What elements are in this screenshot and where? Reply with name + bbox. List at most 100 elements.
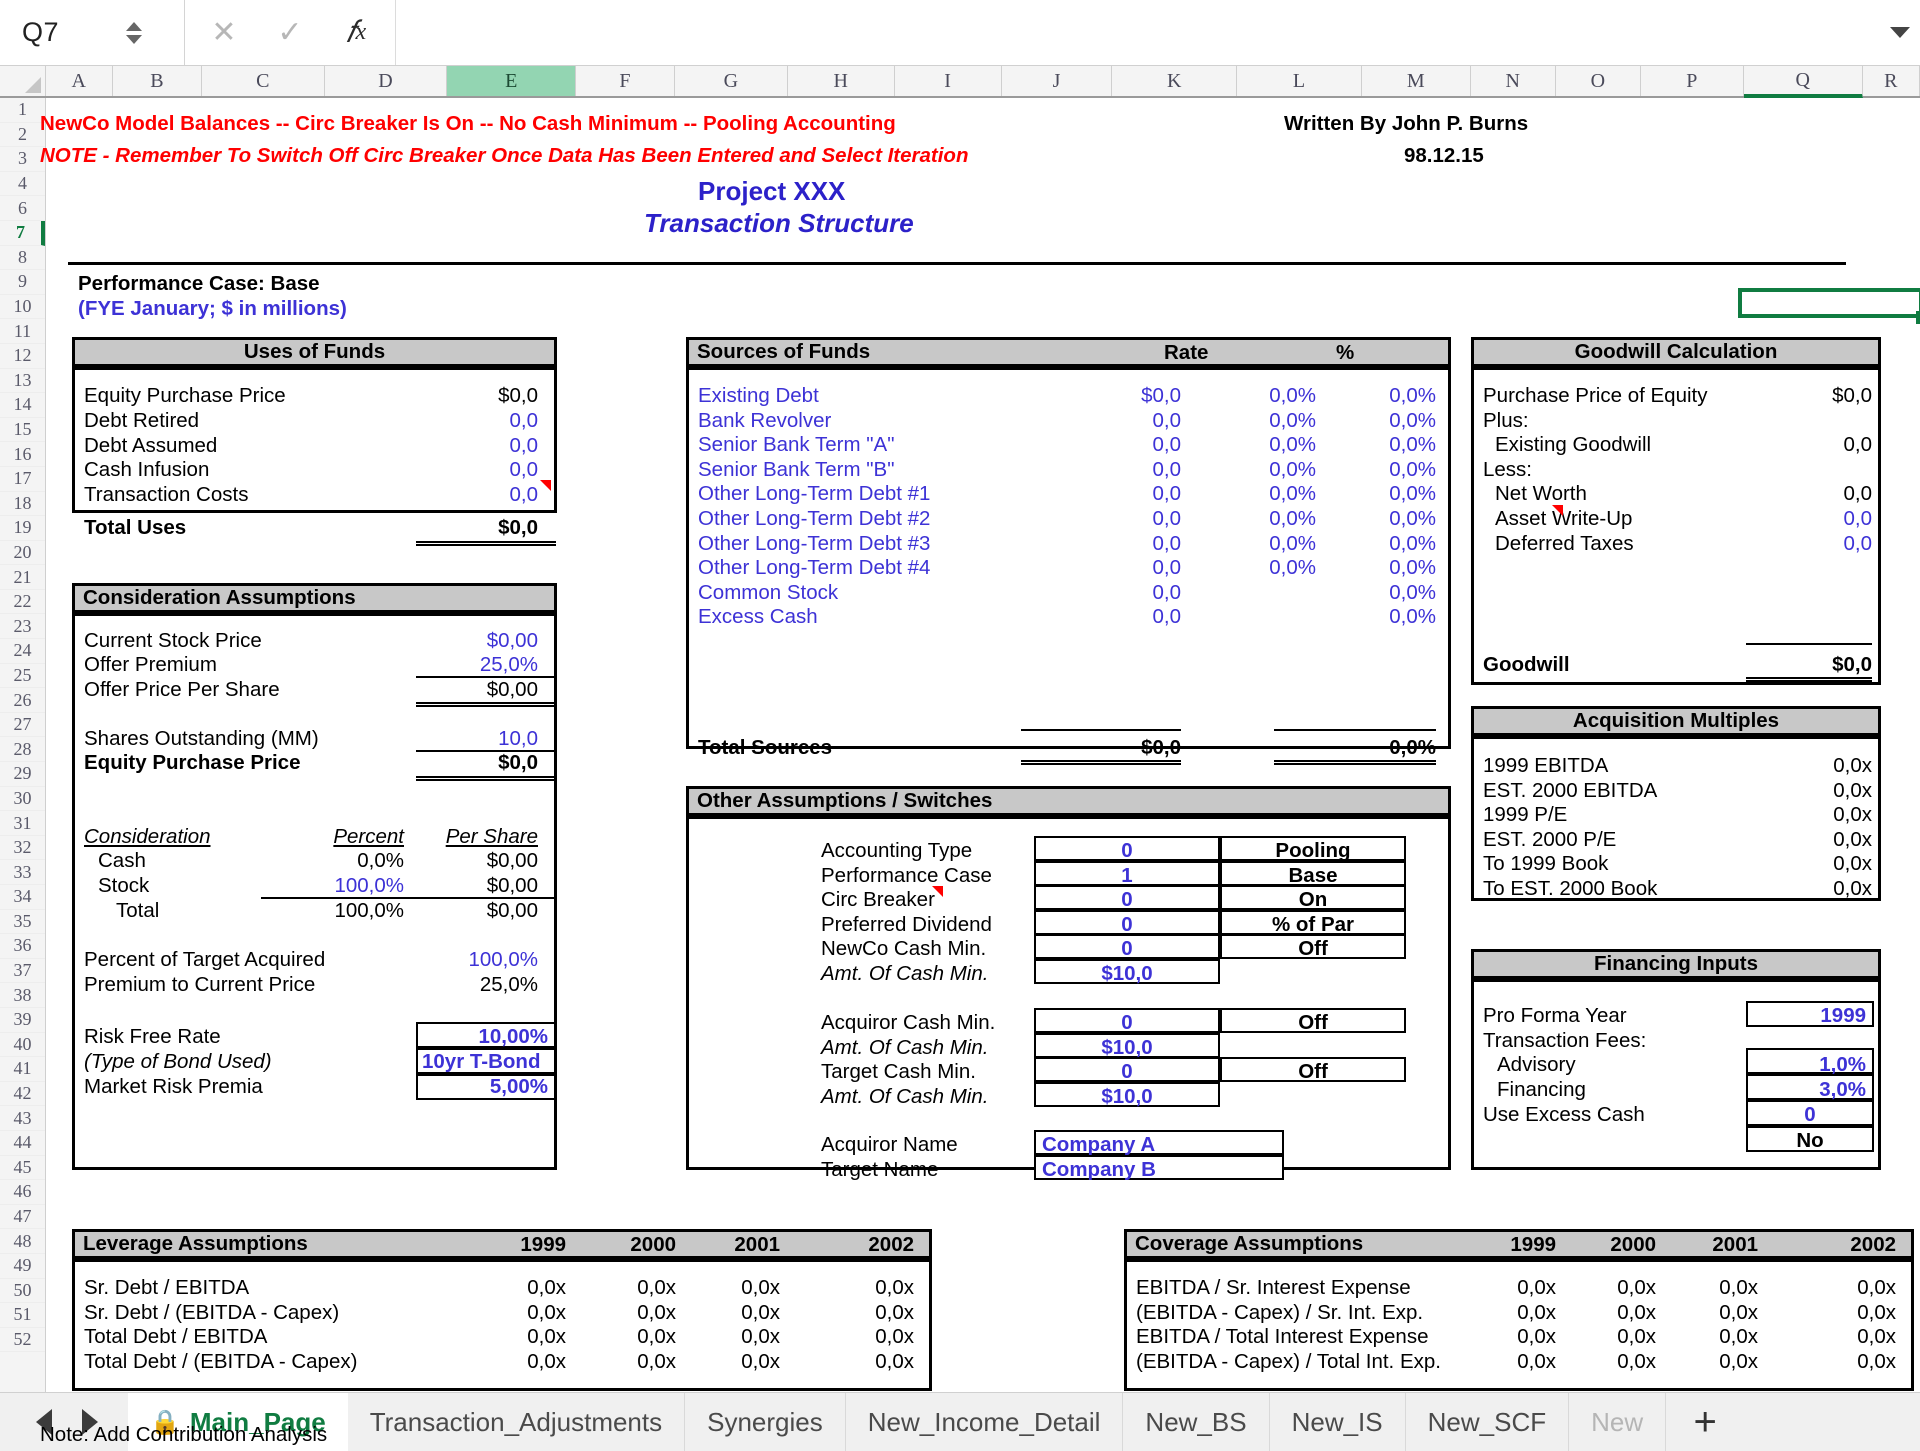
market-risk-premia-value[interactable]: 5,00% bbox=[356, 1076, 548, 1098]
sources-row-amount-8[interactable]: 0,0 bbox=[1001, 582, 1182, 604]
selected-cell-Q7[interactable] bbox=[1738, 288, 1920, 318]
goodwill-row-value-5[interactable]: 0,0 bbox=[1686, 508, 1873, 530]
uses-row-value-4[interactable]: 0,0 bbox=[346, 484, 539, 506]
uses-row-value-1[interactable]: 0,0 bbox=[346, 410, 539, 432]
uses-row-value-2[interactable]: 0,0 bbox=[346, 435, 539, 457]
sheet-canvas[interactable]: NewCo Model Balances -- Circ Breaker Is … bbox=[40, 98, 1920, 1451]
row-header-49[interactable]: 49 bbox=[0, 1253, 45, 1279]
spinner-down-icon[interactable] bbox=[126, 34, 142, 44]
function-icon[interactable]: 𝑓x bbox=[323, 0, 389, 66]
row-header-34[interactable]: 34 bbox=[0, 885, 45, 910]
row-header-38[interactable]: 38 bbox=[0, 983, 45, 1008]
column-header-N[interactable]: N bbox=[1470, 66, 1556, 96]
row-header-11[interactable]: 11 bbox=[0, 319, 45, 344]
name-box-spinner[interactable] bbox=[126, 21, 142, 44]
row-header-8[interactable]: 8 bbox=[0, 245, 45, 271]
comment-marker-icon[interactable] bbox=[540, 480, 551, 491]
row-header-9[interactable]: 9 bbox=[0, 270, 45, 295]
column-header-Q[interactable]: Q bbox=[1743, 66, 1863, 98]
row-header-23[interactable]: 23 bbox=[0, 614, 45, 640]
row-header-46[interactable]: 46 bbox=[0, 1180, 45, 1205]
row-header-35[interactable]: 35 bbox=[0, 909, 45, 935]
sheet-tab-new_income_detail[interactable]: New_Income_Detail bbox=[845, 1393, 1124, 1451]
sheet-tab-synergies[interactable]: Synergies bbox=[685, 1393, 846, 1451]
row-header-29[interactable]: 29 bbox=[0, 762, 45, 787]
row-header-43[interactable]: 43 bbox=[0, 1106, 45, 1131]
row-header-48[interactable]: 48 bbox=[0, 1229, 45, 1254]
sheet-tab-new[interactable]: New bbox=[1569, 1393, 1667, 1451]
column-header-G[interactable]: G bbox=[674, 66, 788, 96]
oa-g1-value-0[interactable]: 0 bbox=[1034, 840, 1220, 862]
sheet-tab-new_bs[interactable]: New_BS bbox=[1123, 1393, 1270, 1451]
sheet-tab-new_scf[interactable]: New_SCF bbox=[1405, 1393, 1570, 1451]
comment-marker-icon[interactable] bbox=[932, 886, 943, 898]
oa-g3-value-0[interactable]: Company A bbox=[1042, 1134, 1155, 1156]
row-header-24[interactable]: 24 bbox=[0, 639, 45, 664]
column-header-P[interactable]: P bbox=[1640, 66, 1744, 96]
column-header-F[interactable]: F bbox=[576, 66, 675, 96]
row-header-19[interactable]: 19 bbox=[0, 516, 45, 541]
column-header-L[interactable]: L bbox=[1237, 66, 1362, 96]
oa-g1-value-4[interactable]: 0 bbox=[1034, 939, 1220, 960]
spinner-up-icon[interactable] bbox=[126, 21, 142, 31]
row-header-27[interactable]: 27 bbox=[0, 712, 45, 738]
row-header-7[interactable]: 7 bbox=[0, 220, 45, 246]
oa-g1-value-5[interactable]: $10,0 bbox=[1034, 963, 1220, 985]
advisory-fee-value[interactable]: 1,0% bbox=[1696, 1054, 1866, 1076]
add-sheet-button[interactable]: + bbox=[1666, 1393, 1744, 1451]
row-header-51[interactable]: 51 bbox=[0, 1303, 45, 1328]
column-header-D[interactable]: D bbox=[324, 66, 448, 96]
column-header-C[interactable]: C bbox=[201, 66, 325, 96]
bond-type-value[interactable]: 10yr T-Bond bbox=[422, 1051, 540, 1073]
row-header-20[interactable]: 20 bbox=[0, 540, 45, 566]
row-header-42[interactable]: 42 bbox=[0, 1081, 45, 1107]
row-header-36[interactable]: 36 bbox=[0, 934, 45, 959]
consideration-row-pct-1[interactable]: 100,0% bbox=[256, 875, 404, 897]
column-header-E[interactable]: E bbox=[447, 66, 576, 96]
row-header-37[interactable]: 37 bbox=[0, 958, 45, 984]
row-header-47[interactable]: 47 bbox=[0, 1204, 45, 1230]
row-header-4[interactable]: 4 bbox=[0, 171, 45, 197]
oa-g1-value-1[interactable]: 1 bbox=[1034, 865, 1220, 887]
row-header-50[interactable]: 50 bbox=[0, 1278, 45, 1304]
row-header-3[interactable]: 3 bbox=[0, 147, 45, 172]
oa-g2-value-3[interactable]: $10,0 bbox=[1034, 1086, 1220, 1108]
sheet-tab-new_is[interactable]: New_IS bbox=[1269, 1393, 1406, 1451]
column-header-R[interactable]: R bbox=[1862, 66, 1920, 96]
row-header-25[interactable]: 25 bbox=[0, 663, 45, 689]
comment-marker-icon[interactable] bbox=[1552, 505, 1563, 516]
column-header-K[interactable]: K bbox=[1112, 66, 1238, 96]
column-header-O[interactable]: O bbox=[1555, 66, 1641, 96]
sources-row-amount-9[interactable]: 0,0 bbox=[1001, 607, 1182, 628]
oa-g3-value-1[interactable]: Company B bbox=[1042, 1159, 1156, 1181]
row-header-16[interactable]: 16 bbox=[0, 442, 45, 467]
oa-g2-value-2[interactable]: 0 bbox=[1034, 1062, 1220, 1083]
column-header-I[interactable]: I bbox=[894, 66, 1002, 96]
row-header-1[interactable]: 1 bbox=[0, 98, 45, 123]
row-header-6[interactable]: 6 bbox=[0, 196, 45, 221]
row-header-12[interactable]: 12 bbox=[0, 343, 45, 369]
formula-input[interactable] bbox=[395, 0, 1880, 65]
oa-g2-value-1[interactable]: $10,0 bbox=[1034, 1037, 1220, 1059]
row-header-13[interactable]: 13 bbox=[0, 368, 45, 394]
sheet-tab-transaction_adjustments[interactable]: Transaction_Adjustments bbox=[347, 1393, 686, 1451]
percent-target-acquired-value[interactable]: 100,0% bbox=[346, 949, 538, 971]
row-header-32[interactable]: 32 bbox=[0, 835, 45, 861]
fill-handle[interactable] bbox=[1916, 311, 1920, 324]
row-header-39[interactable]: 39 bbox=[0, 1007, 45, 1033]
current-stock-price-value[interactable]: $0,00 bbox=[346, 630, 538, 652]
use-excess-cash-value[interactable]: 0 bbox=[1746, 1104, 1874, 1126]
row-header-45[interactable]: 45 bbox=[0, 1155, 45, 1181]
row-header-15[interactable]: 15 bbox=[0, 417, 45, 443]
oa-g1-value-2[interactable]: 0 bbox=[1034, 890, 1220, 911]
offer-premium-value[interactable]: 25,0% bbox=[346, 654, 538, 676]
uses-row-value-0[interactable]: $0,0 bbox=[346, 385, 538, 407]
oa-g1-value-3[interactable]: 0 bbox=[1034, 914, 1220, 936]
column-header-M[interactable]: M bbox=[1361, 66, 1471, 96]
shares-outstanding-value[interactable]: 10,0 bbox=[346, 728, 538, 750]
column-header-A[interactable]: A bbox=[45, 66, 113, 96]
row-header-28[interactable]: 28 bbox=[0, 737, 45, 763]
row-header-18[interactable]: 18 bbox=[0, 491, 45, 517]
row-header-52[interactable]: 52 bbox=[0, 1327, 45, 1353]
row-header-2[interactable]: 2 bbox=[0, 122, 45, 148]
